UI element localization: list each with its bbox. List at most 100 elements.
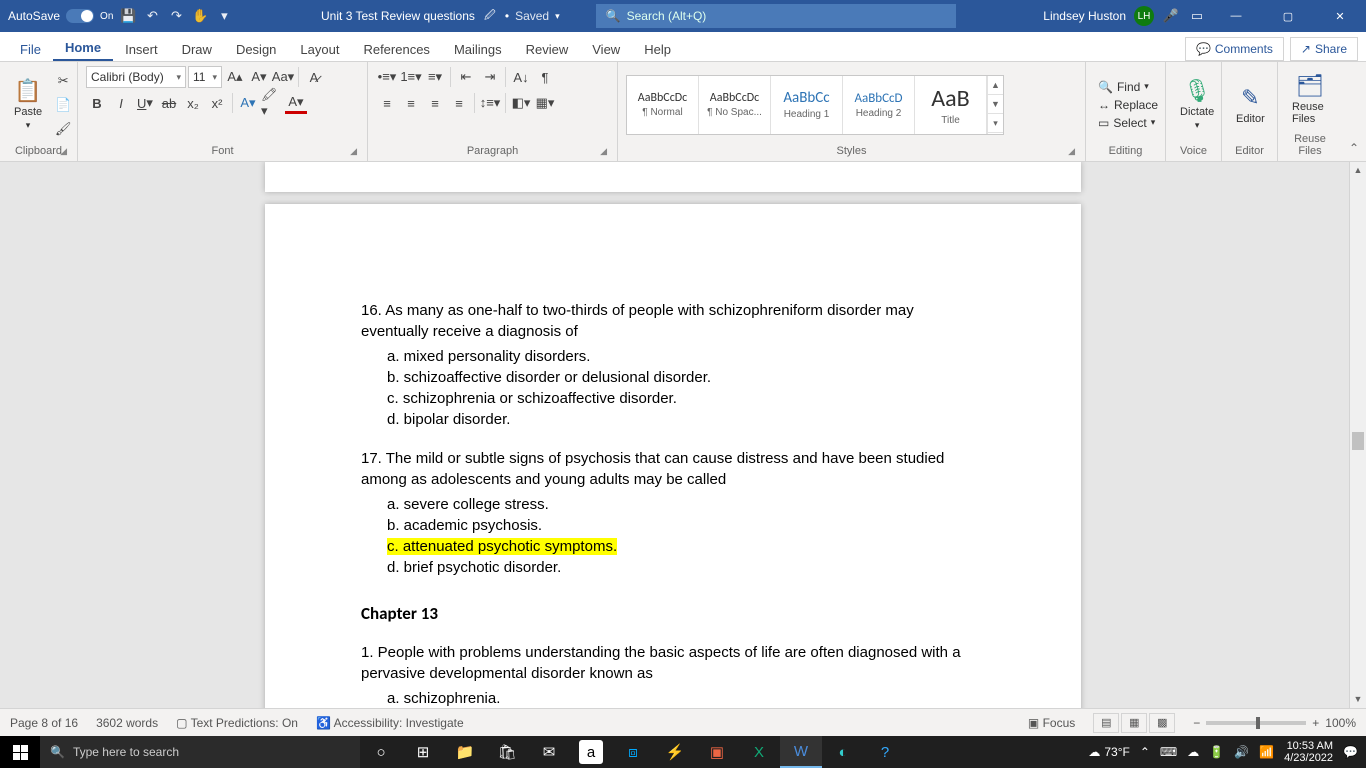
multilevel-list-icon[interactable]: ≡▾ — [424, 66, 446, 88]
bold-button[interactable]: B — [86, 92, 108, 114]
text-predictions-status[interactable]: ▢ Text Predictions: On — [176, 716, 298, 730]
share-button[interactable]: ↗Share — [1290, 37, 1358, 61]
font-size-combo[interactable]: 11▾ — [188, 66, 222, 88]
focus-mode-button[interactable]: ▣ Focus — [1028, 716, 1075, 730]
numbering-icon[interactable]: 1≡▾ — [400, 66, 422, 88]
sort-icon[interactable]: A↓ — [510, 66, 532, 88]
read-mode-icon[interactable]: ▤ — [1093, 713, 1119, 733]
accessibility-status[interactable]: ♿ Accessibility: Investigate — [316, 716, 464, 730]
style-item[interactable]: AaBbCcDc¶ No Spac... — [699, 76, 771, 134]
volume-icon[interactable]: 🔊 — [1234, 745, 1249, 759]
dropbox-icon[interactable]: ⧈ — [612, 736, 654, 768]
format-painter-icon[interactable]: 🖌 — [52, 118, 74, 140]
borders-icon[interactable]: ▦▾ — [534, 92, 556, 114]
page-indicator[interactable]: Page 8 of 16 — [10, 716, 78, 730]
tab-layout[interactable]: Layout — [288, 36, 351, 61]
copy-icon[interactable]: 📄 — [52, 94, 74, 116]
tab-home[interactable]: Home — [53, 34, 113, 61]
superscript-button[interactable]: x² — [206, 92, 228, 114]
weather-widget[interactable]: ☁73°F — [1088, 745, 1129, 759]
scroll-down-icon[interactable]: ▼ — [1350, 691, 1366, 708]
q1-opt-a[interactable]: a. schizophrenia. — [361, 688, 985, 708]
redo-icon[interactable]: ↷ — [167, 7, 185, 25]
task-view-icon[interactable]: ⊞ — [402, 736, 444, 768]
taskbar-search[interactable]: 🔍Type here to search — [40, 736, 360, 768]
q17-opt-a[interactable]: a. severe college stress. — [361, 494, 985, 515]
ribbon-display-icon[interactable]: ▭ — [1188, 7, 1206, 25]
align-center-icon[interactable]: ≡ — [400, 92, 422, 114]
font-color-icon[interactable]: A▾ — [285, 92, 307, 114]
justify-icon[interactable]: ≡ — [448, 92, 470, 114]
cut-icon[interactable]: ✂ — [52, 70, 74, 92]
shrink-font-icon[interactable]: A▾ — [248, 66, 270, 88]
style-item[interactable]: AaBbCcHeading 1 — [771, 76, 843, 134]
line-spacing-icon[interactable]: ↕≡▾ — [479, 92, 501, 114]
notifications-icon[interactable]: 💬 — [1343, 745, 1358, 759]
tab-draw[interactable]: Draw — [170, 36, 224, 61]
style-item[interactable]: AaBTitle — [915, 76, 987, 134]
q16-opt-b[interactable]: b. schizoaffective disorder or delusiona… — [361, 367, 985, 388]
q17-opt-c-highlight[interactable]: c. attenuated psychotic symptoms. — [387, 538, 617, 555]
italic-button[interactable]: I — [110, 92, 132, 114]
save-status[interactable]: Saved — [515, 9, 549, 23]
autosave-toggle[interactable] — [66, 9, 94, 23]
paste-button[interactable]: 📋 Paste ▾ — [8, 76, 48, 133]
q17-opt-c[interactable]: c. attenuated psychotic symptoms. — [361, 536, 985, 557]
word-count[interactable]: 3602 words — [96, 716, 158, 730]
user-avatar[interactable]: LH — [1134, 6, 1154, 26]
web-layout-icon[interactable]: ▩ — [1149, 713, 1175, 733]
clear-formatting-icon[interactable]: A̷ — [303, 66, 325, 88]
text-effects-icon[interactable]: A▾ — [237, 92, 259, 114]
qat-more-icon[interactable]: ▾ — [215, 7, 233, 25]
styles-gallery[interactable]: AaBbCcDc¶ NormalAaBbCcDc¶ No Spac...AaBb… — [626, 75, 1004, 135]
excel-icon[interactable]: X — [738, 736, 780, 768]
cortana-icon[interactable]: ○ — [360, 736, 402, 768]
bullets-icon[interactable]: •≡▾ — [376, 66, 398, 88]
tab-design[interactable]: Design — [224, 36, 288, 61]
q17-opt-b[interactable]: b. academic psychosis. — [361, 515, 985, 536]
vertical-scrollbar[interactable]: ▲ ▼ — [1349, 162, 1366, 708]
minimize-button[interactable]: — — [1214, 0, 1258, 32]
maximize-button[interactable]: ▢ — [1266, 0, 1310, 32]
underline-button[interactable]: U▾ — [134, 92, 156, 114]
select-button[interactable]: ▭Select▾ — [1094, 115, 1162, 131]
system-clock[interactable]: 10:53 AM 4/23/2022 — [1284, 740, 1333, 764]
mic-icon[interactable]: 🎤 — [1162, 7, 1180, 25]
user-name[interactable]: Lindsey Huston — [1043, 9, 1126, 23]
search-box[interactable]: 🔍 Search (Alt+Q) — [596, 4, 956, 28]
tab-review[interactable]: Review — [514, 36, 581, 61]
q16-opt-d[interactable]: d. bipolar disorder. — [361, 409, 985, 430]
ms-store-icon[interactable]: 🛍 — [486, 736, 528, 768]
replace-button[interactable]: ↔Replace — [1094, 97, 1162, 113]
zoom-slider[interactable] — [1206, 721, 1306, 725]
shading-icon[interactable]: ◧▾ — [510, 92, 532, 114]
dictate-button[interactable]: 🎙Dictate▾ — [1174, 76, 1220, 133]
style-item[interactable]: AaBbCcDc¶ Normal — [627, 76, 699, 134]
clipboard-launcher-icon[interactable]: ◢ — [60, 146, 67, 157]
document-area[interactable]: 16. As many as one-half to two-thirds of… — [0, 162, 1366, 708]
wifi-icon[interactable]: 📶 — [1259, 745, 1274, 759]
highlight-icon[interactable]: 🖍▾ — [261, 92, 283, 114]
styles-scroll-down-icon[interactable]: ▼ — [988, 95, 1003, 114]
grow-font-icon[interactable]: A▴ — [224, 66, 246, 88]
tab-file[interactable]: File — [8, 36, 53, 61]
style-item[interactable]: AaBbCcDHeading 2 — [843, 76, 915, 134]
file-explorer-icon[interactable]: 📁 — [444, 736, 486, 768]
office-icon[interactable]: ▣ — [696, 736, 738, 768]
touch-mode-icon[interactable]: ✋ — [191, 7, 209, 25]
chapter-heading[interactable]: Chapter 13 — [361, 602, 985, 626]
strikethrough-button[interactable]: ab — [158, 92, 180, 114]
styles-more-icon[interactable]: ▾ — [988, 114, 1003, 133]
scroll-thumb[interactable] — [1352, 432, 1364, 450]
save-icon[interactable]: 💾 — [119, 7, 137, 25]
amazon-icon[interactable]: a — [579, 740, 603, 764]
mail-icon[interactable]: ✉ — [528, 736, 570, 768]
word-icon[interactable]: W — [780, 736, 822, 768]
decrease-indent-icon[interactable]: ⇤ — [455, 66, 477, 88]
start-button[interactable] — [0, 736, 40, 768]
increase-indent-icon[interactable]: ⇥ — [479, 66, 501, 88]
align-right-icon[interactable]: ≡ — [424, 92, 446, 114]
show-marks-icon[interactable]: ¶ — [534, 66, 556, 88]
comments-button[interactable]: 💬Comments — [1185, 37, 1284, 61]
document-page[interactable]: 16. As many as one-half to two-thirds of… — [265, 204, 1081, 708]
